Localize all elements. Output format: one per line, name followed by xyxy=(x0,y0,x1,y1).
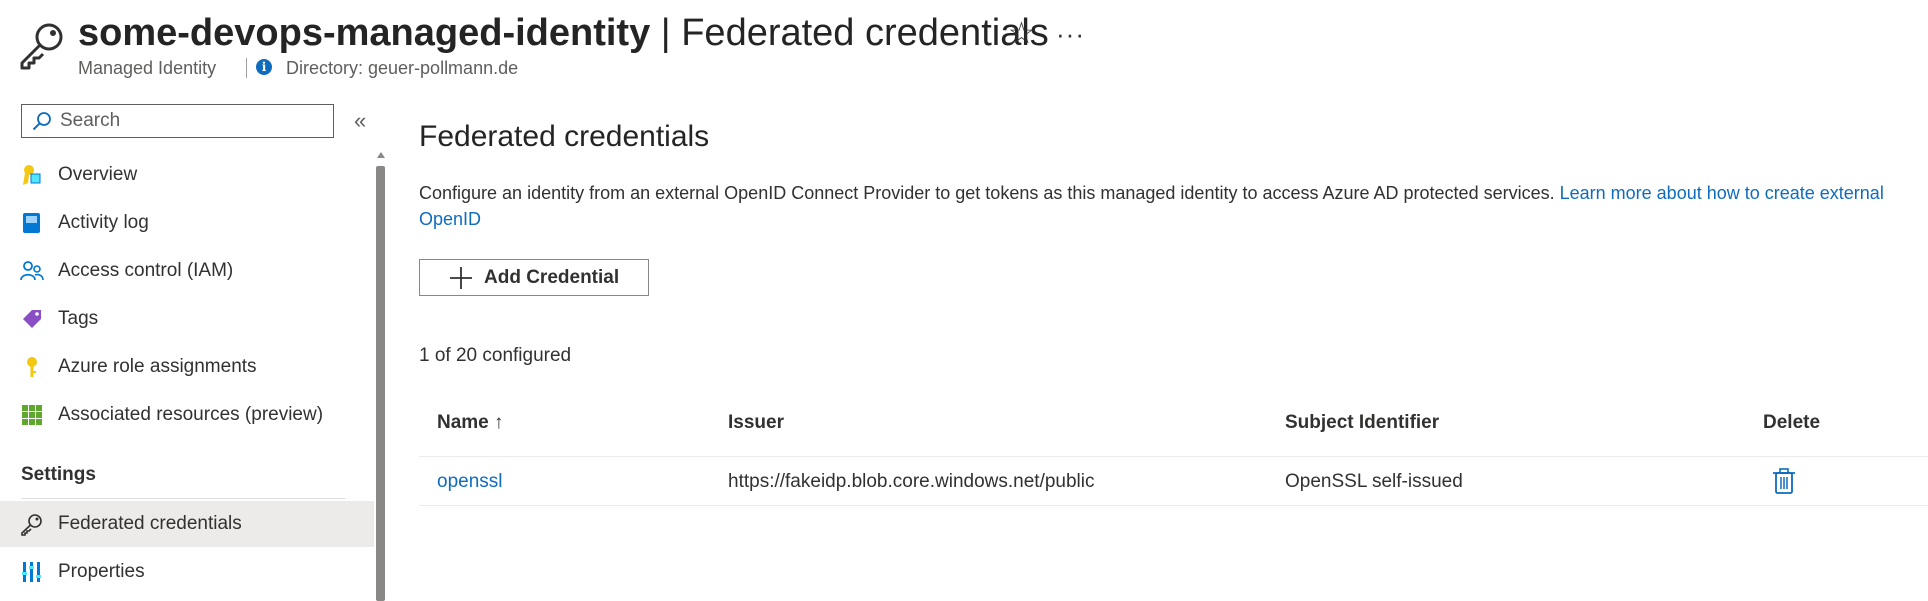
people-icon xyxy=(20,261,44,281)
delete-icon[interactable] xyxy=(1772,467,1796,495)
column-header-delete: Delete xyxy=(1763,412,1821,433)
sidebar-scrollbar[interactable] xyxy=(376,166,385,601)
column-header-name[interactable]: Name ↑ xyxy=(437,411,504,435)
table-header-divider xyxy=(419,456,1928,457)
activity-log-icon xyxy=(23,213,40,233)
column-header-subject: Subject Identifier xyxy=(1285,412,1440,433)
tag-icon xyxy=(23,310,41,328)
search-icon xyxy=(32,112,51,131)
key-icon xyxy=(20,23,63,70)
sidebar-item-label: Federated credentials xyxy=(58,513,242,534)
overview-icon xyxy=(23,165,41,185)
subtitle-divider xyxy=(246,58,247,78)
sort-ascending-icon: ↑ xyxy=(494,412,504,433)
scroll-up-arrow[interactable] xyxy=(377,152,385,158)
sidebar-item-properties[interactable]: Properties xyxy=(0,549,374,595)
section-divider xyxy=(21,498,345,499)
section-title: Federated credentials xyxy=(419,120,710,153)
sidebar-item-label: Access control (IAM) xyxy=(58,260,234,281)
sidebar-item-role-assignments[interactable]: Azure role assignments xyxy=(0,344,374,390)
credential-name-link[interactable]: openssl xyxy=(437,470,503,494)
favorite-star-icon[interactable]: ☆ xyxy=(1008,16,1035,52)
credential-subject: OpenSSL self-issued xyxy=(1285,471,1463,492)
sidebar-item-associated-resources[interactable]: Associated resources (preview) xyxy=(0,392,374,438)
plus-icon xyxy=(450,266,472,289)
sidebar-item-overview[interactable]: Overview xyxy=(0,152,374,198)
blade-name: Federated credentials xyxy=(681,12,1049,54)
add-credential-label: Add Credential xyxy=(484,266,620,288)
sidebar-search[interactable] xyxy=(21,104,334,138)
sidebar-item-label: Properties xyxy=(58,561,145,582)
credential-issuer: https://fakeidp.blob.core.windows.net/pu… xyxy=(728,471,1095,492)
sidebar-item-tags[interactable]: Tags xyxy=(0,296,374,342)
add-credential-button[interactable]: Add Credential xyxy=(419,259,649,296)
directory-label: Directory: geuer-pollmann.de xyxy=(286,58,519,78)
sidebar-item-federated-credentials[interactable]: Federated credentials xyxy=(0,501,374,547)
sidebar-item-label: Overview xyxy=(58,164,138,185)
sidebar-item-label: Azure role assignments xyxy=(58,356,257,377)
table-row-divider xyxy=(419,505,1928,506)
sidebar-item-iam[interactable]: Access control (IAM) xyxy=(0,248,374,294)
configured-count: 1 of 20 configured xyxy=(419,345,572,366)
collapse-sidebar-icon[interactable]: « xyxy=(354,108,366,134)
page-title: some-devops-managed-identity | Federated… xyxy=(78,8,1049,58)
key-icon xyxy=(21,514,42,536)
settings-section-header: Settings xyxy=(21,464,96,485)
sidebar-item-label: Associated resources (preview) xyxy=(58,404,324,425)
grid-icon xyxy=(22,405,42,425)
key-gold-icon xyxy=(27,357,37,377)
sidebar-item-label: Tags xyxy=(58,308,99,329)
column-header-name-label: Name xyxy=(437,412,489,433)
description-text: Configure an identity from an external O… xyxy=(419,183,1555,203)
resource-type: Managed Identity xyxy=(78,58,217,78)
sidebar-item-label: Activity log xyxy=(58,212,149,233)
title-separator: | xyxy=(660,12,671,54)
more-options-icon[interactable]: ··· xyxy=(1056,16,1085,52)
column-header-issuer: Issuer xyxy=(728,412,784,433)
info-icon: i xyxy=(256,59,272,75)
search-input[interactable] xyxy=(58,109,322,133)
description: Configure an identity from an external O… xyxy=(419,180,1928,232)
resource-name: some-devops-managed-identity xyxy=(78,12,651,54)
sidebar-item-activity-log[interactable]: Activity log xyxy=(0,200,374,246)
properties-icon xyxy=(22,562,41,582)
